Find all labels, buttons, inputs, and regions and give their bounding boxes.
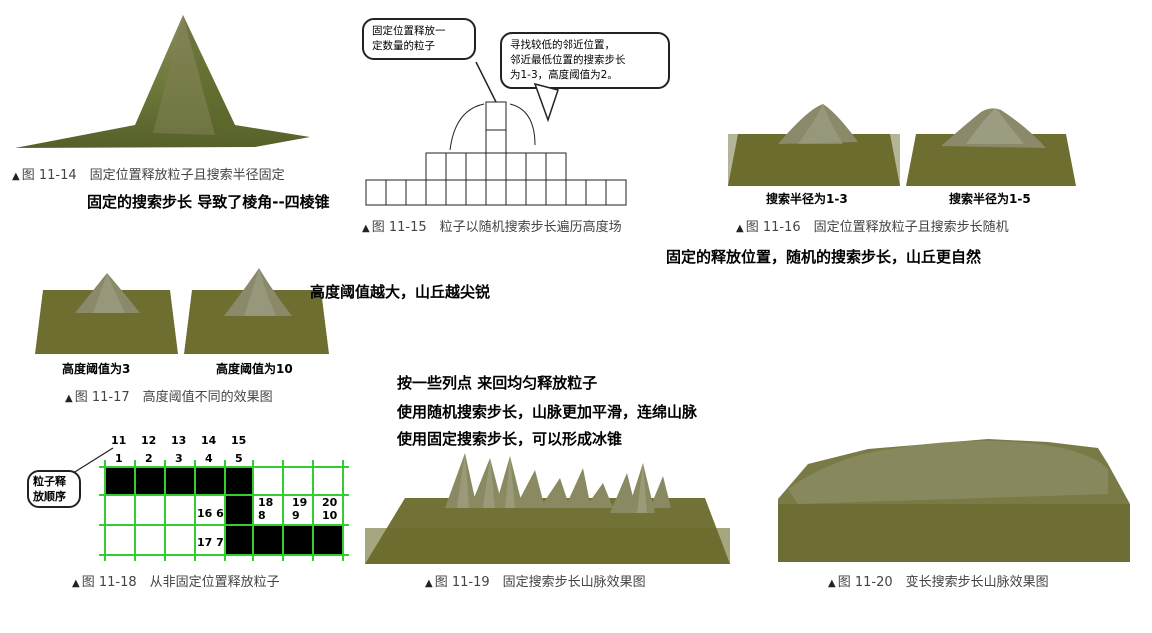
figure-11-20-image bbox=[778, 439, 1130, 562]
triangle-icon: ▲ bbox=[72, 578, 80, 589]
figure-11-16-image-a bbox=[728, 104, 900, 186]
note-1: 固定的搜索步长 导致了棱角--四棱锥 bbox=[87, 193, 330, 211]
note-3: 高度阈值越大，山丘越尖锐 bbox=[310, 283, 491, 301]
cell-label: 17 7 bbox=[197, 536, 224, 549]
figure-11-16-label-a: 搜索半径为1-3 bbox=[766, 192, 848, 206]
figure-11-19-caption: ▲ 图 11-19 固定搜索步长山脉效果图 bbox=[425, 575, 646, 590]
figure-11-19-image bbox=[365, 453, 730, 564]
figure-11-15-caption: ▲ 图 11-15 粒子以随机搜索步长遍历高度场 bbox=[362, 220, 622, 235]
figure-11-14-image bbox=[15, 15, 310, 148]
figure-11-16-label-b: 搜索半径为1-5 bbox=[949, 192, 1031, 206]
cell-label: 18 8 bbox=[258, 496, 274, 522]
figure-11-17-label-a: 高度阈值为3 bbox=[62, 362, 131, 376]
figure-11-17-image-b bbox=[184, 268, 329, 354]
triangle-icon: ▲ bbox=[65, 393, 73, 404]
note-2: 固定的释放位置，随机的搜索步长，山丘更自然 bbox=[666, 248, 982, 266]
figure-11-17-caption: ▲ 图 11-17 高度阈值不同的效果图 bbox=[65, 390, 273, 405]
figure-11-18-bubble: 粒子释 放顺序 bbox=[27, 470, 81, 508]
triangle-icon: ▲ bbox=[736, 223, 744, 234]
figure-11-18-caption: ▲ 图 11-18 从非固定位置释放粒子 bbox=[72, 575, 280, 590]
figure-11-20-caption: ▲ 图 11-20 变长搜索步长山脉效果图 bbox=[828, 575, 1049, 590]
triangle-icon: ▲ bbox=[828, 578, 836, 589]
triangle-icon: ▲ bbox=[362, 223, 370, 234]
figure-11-17-image-a bbox=[35, 273, 178, 354]
figure-11-16-image-b bbox=[906, 108, 1076, 186]
figure-11-14-caption: ▲ 图 11-14 固定位置释放粒子且搜索半径固定 bbox=[12, 168, 285, 183]
figure-11-18-diagram: 11 12 13 14 15 1 2 3 4 5 粒子释 放顺序 18 8 19… bbox=[15, 430, 355, 565]
note-5: 使用随机搜索步长，山脉更加平滑，连绵山脉 bbox=[397, 403, 698, 421]
note-6: 使用固定搜索步长，可以形成冰锥 bbox=[397, 430, 623, 448]
figure-11-16-caption: ▲ 图 11-16 固定位置释放粒子且搜索步长随机 bbox=[736, 220, 1009, 235]
triangle-icon: ▲ bbox=[425, 578, 433, 589]
note-4: 按一些列点 来回均匀释放粒子 bbox=[397, 374, 598, 392]
cell-label: 20 10 bbox=[322, 496, 338, 522]
cell-label: 19 9 bbox=[292, 496, 308, 522]
figure-11-15-diagram bbox=[365, 61, 627, 206]
cell-label: 16 6 bbox=[197, 507, 224, 520]
triangle-icon: ▲ bbox=[12, 171, 20, 182]
figure-11-17-label-b: 高度阈值为10 bbox=[216, 362, 293, 376]
